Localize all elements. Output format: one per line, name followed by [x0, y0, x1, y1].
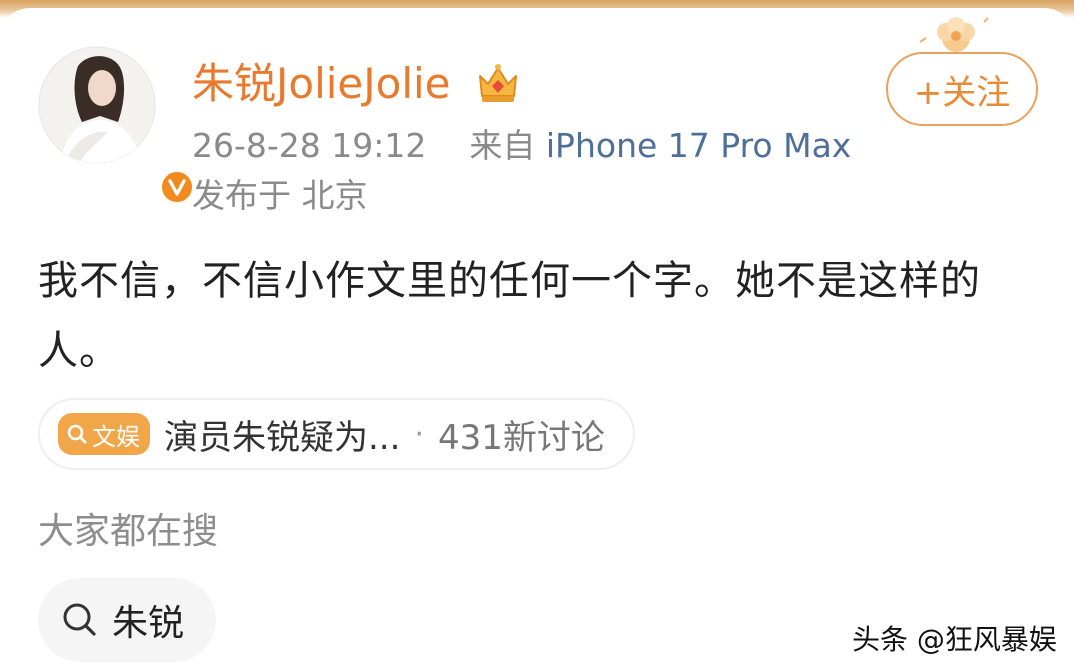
post-card: 朱锐JolieJolie +关注 26-8-28 19:12 来自 iPhone… — [0, 8, 1074, 666]
post-body: 我不信，不信小作文里的任何一个字。她不是这样的人。 — [38, 258, 981, 374]
topic-count: 431新讨论 — [437, 417, 605, 458]
username[interactable]: 朱锐JolieJolie — [192, 54, 451, 114]
post-device-link[interactable]: iPhone 17 Pro Max — [546, 126, 851, 165]
topic-title: 演员朱锐疑为... — [164, 417, 401, 458]
search-icon — [63, 603, 96, 636]
search-icon — [67, 424, 87, 444]
follow-button[interactable]: +关注 — [886, 52, 1038, 126]
topic-chip[interactable]: 文娱 演员朱锐疑为... · 431新讨论 — [38, 398, 635, 470]
avatar[interactable] — [38, 46, 196, 206]
search-suggestion-chip[interactable]: 朱锐 — [38, 578, 216, 662]
topic-badge-label: 文娱 — [92, 422, 140, 451]
weibo-post-screen: 朱锐JolieJolie +关注 26-8-28 19:12 来自 iPhone… — [0, 0, 1074, 666]
crown-icon — [479, 64, 517, 102]
topic-separator: · — [414, 416, 424, 452]
search-heading: 大家都在搜 — [38, 511, 219, 552]
post-source-prefix: 来自 — [469, 126, 536, 165]
verified-v-icon — [158, 168, 196, 206]
search-chip-label: 朱锐 — [112, 603, 185, 644]
post-timestamp: 26-8-28 19:12 — [192, 126, 427, 165]
watermark: 头条 @狂风暴娱 — [852, 623, 1057, 656]
post-location: 发布于 北京 — [192, 176, 368, 215]
post-meta: 26-8-28 19:12 来自 iPhone 17 Pro Max — [192, 122, 851, 170]
topic-badge: 文娱 — [58, 413, 150, 455]
avatar-image — [38, 46, 156, 164]
